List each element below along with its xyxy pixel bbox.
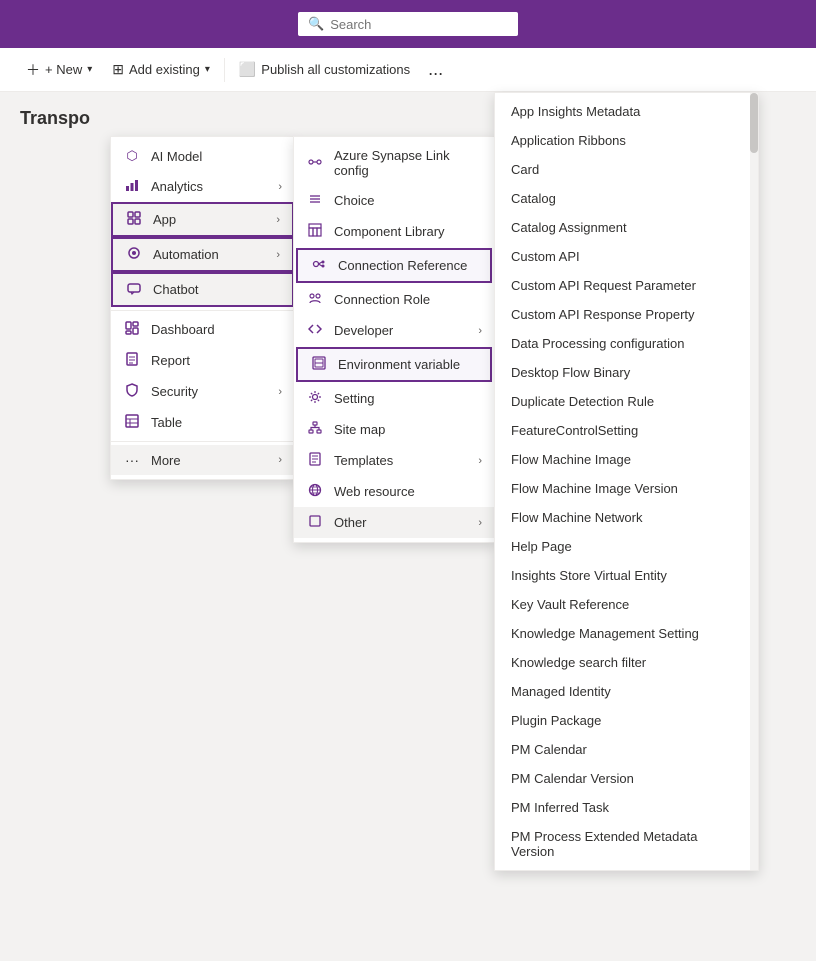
report-icon [123, 352, 141, 369]
menu-item-more[interactable]: ··· More › [111, 445, 294, 475]
app-icon [125, 211, 143, 228]
menu-item-report[interactable]: Report [111, 345, 294, 376]
search-icon: 🔍 [308, 16, 324, 32]
menu-item-app-ribbons[interactable]: Application Ribbons [495, 126, 758, 155]
new-button[interactable]: ＋ + New ▾ [16, 54, 102, 86]
menu-item-flow-machine-image[interactable]: Flow Machine Image [495, 445, 758, 474]
menu-item-site-map[interactable]: Site map [294, 414, 494, 445]
add-existing-icon: ⊞ [112, 61, 124, 78]
menu-item-catalog-assignment[interactable]: Catalog Assignment [495, 213, 758, 242]
menu-item-help-page[interactable]: Help Page [495, 532, 758, 561]
component-library-icon [306, 223, 324, 240]
menu-item-knowledge-search[interactable]: Knowledge search filter [495, 648, 758, 677]
toolbar-divider [224, 58, 225, 82]
developer-icon [306, 322, 324, 339]
menu-item-flow-machine-image-version[interactable]: Flow Machine Image Version [495, 474, 758, 503]
menu-item-knowledge-management[interactable]: Knowledge Management Setting [495, 619, 758, 648]
plus-icon: ＋ [26, 60, 40, 80]
templates-icon [306, 452, 324, 469]
menu-item-managed-identity[interactable]: Managed Identity [495, 677, 758, 706]
menu-item-connection-reference[interactable]: Connection Reference [296, 248, 492, 283]
menu-item-pm-calendar-version[interactable]: PM Calendar Version [495, 764, 758, 793]
menu-item-custom-api-request[interactable]: Custom API Request Parameter [495, 271, 758, 300]
connection-reference-icon [310, 257, 328, 274]
menu-item-app-insights[interactable]: App Insights Metadata [495, 97, 758, 126]
add-existing-button[interactable]: ⊞ Add existing ▾ [102, 55, 220, 84]
menu-level3: App Insights Metadata Application Ribbon… [494, 92, 759, 871]
header: 🔍 [0, 0, 816, 48]
other-icon [306, 514, 324, 531]
web-resource-icon [306, 483, 324, 500]
menu-item-duplicate-detection[interactable]: Duplicate Detection Rule [495, 387, 758, 416]
menu-item-azure-synapse[interactable]: Azure Synapse Link config [294, 141, 494, 185]
menu-item-dashboard[interactable]: Dashboard [111, 314, 294, 345]
automation-chevron: › [276, 249, 280, 261]
analytics-chevron: › [278, 181, 282, 193]
azure-synapse-icon [306, 155, 324, 172]
menu-item-templates[interactable]: Templates › [294, 445, 494, 476]
menu-item-data-processing[interactable]: Data Processing configuration [495, 329, 758, 358]
menu-item-desktop-flow-binary[interactable]: Desktop Flow Binary [495, 358, 758, 387]
search-box[interactable]: 🔍 [298, 12, 518, 36]
other-chevron: › [478, 517, 482, 529]
chevron-down-icon-2: ▾ [205, 64, 210, 75]
menu-item-environment-variable[interactable]: Environment variable [296, 347, 492, 382]
publish-button[interactable]: ⬜ Publish all customizations [229, 55, 420, 84]
menu-item-pm-process-extended[interactable]: PM Process Extended Metadata Version [495, 822, 758, 866]
templates-chevron: › [478, 455, 482, 467]
menu-item-app[interactable]: App › [111, 202, 294, 237]
menu-item-setting[interactable]: Setting [294, 383, 494, 414]
security-icon [123, 383, 141, 400]
menu-item-automation[interactable]: Automation › [111, 237, 294, 272]
environment-variable-icon [310, 356, 328, 373]
menu-level1: ⬡ AI Model Analytics › App › Automation … [110, 136, 295, 480]
dashboard-icon [123, 321, 141, 338]
menu-item-key-vault[interactable]: Key Vault Reference [495, 590, 758, 619]
search-input[interactable] [330, 17, 508, 32]
menu-item-pm-calendar[interactable]: PM Calendar [495, 735, 758, 764]
menu-item-flow-machine-network[interactable]: Flow Machine Network [495, 503, 758, 532]
toolbar: ＋ + New ▾ ⊞ Add existing ▾ ⬜ Publish all… [0, 48, 816, 92]
menu-item-other[interactable]: Other › [294, 507, 494, 538]
menu-item-catalog[interactable]: Catalog [495, 184, 758, 213]
main-area: Transpo ⬡ AI Model Analytics › App › [0, 92, 816, 961]
menu-item-web-resource[interactable]: Web resource [294, 476, 494, 507]
menu-item-card[interactable]: Card [495, 155, 758, 184]
security-chevron: › [278, 386, 282, 398]
menu-level2: Azure Synapse Link config Choice Compone… [293, 136, 495, 543]
more-chevron: › [278, 454, 282, 466]
connection-role-icon [306, 291, 324, 308]
menu-item-custom-api[interactable]: Custom API [495, 242, 758, 271]
ai-model-icon: ⬡ [123, 148, 141, 164]
menu-item-custom-api-response[interactable]: Custom API Response Property [495, 300, 758, 329]
menu-item-analytics[interactable]: Analytics › [111, 171, 294, 202]
choice-icon [306, 192, 324, 209]
setting-icon [306, 390, 324, 407]
menu-divider-1 [111, 310, 294, 311]
menu-item-plugin-package[interactable]: Plugin Package [495, 706, 758, 735]
analytics-icon [123, 178, 141, 195]
automation-icon [125, 246, 143, 263]
menu-item-pm-inferred-task[interactable]: PM Inferred Task [495, 793, 758, 822]
menu-item-security[interactable]: Security › [111, 376, 294, 407]
chevron-down-icon: ▾ [87, 64, 92, 75]
menu-item-chatbot[interactable]: Chatbot [111, 272, 294, 307]
menu-item-table[interactable]: Table [111, 407, 294, 438]
menu-item-developer[interactable]: Developer › [294, 315, 494, 346]
more-icon: ··· [123, 452, 141, 468]
menu-item-choice[interactable]: Choice [294, 185, 494, 216]
site-map-icon [306, 421, 324, 438]
chatbot-icon [125, 281, 143, 298]
menu-item-component-library[interactable]: Component Library [294, 216, 494, 247]
more-options-button[interactable]: ... [420, 53, 451, 86]
menu-item-feature-control[interactable]: FeatureControlSetting [495, 416, 758, 445]
menu-item-insights-store[interactable]: Insights Store Virtual Entity [495, 561, 758, 590]
publish-icon: ⬜ [239, 61, 256, 78]
developer-chevron: › [478, 325, 482, 337]
menu-item-ai-model[interactable]: ⬡ AI Model [111, 141, 294, 171]
menu-divider-2 [111, 441, 294, 442]
app-chevron: › [276, 214, 280, 226]
menu-item-connection-role[interactable]: Connection Role [294, 284, 494, 315]
table-icon [123, 414, 141, 431]
